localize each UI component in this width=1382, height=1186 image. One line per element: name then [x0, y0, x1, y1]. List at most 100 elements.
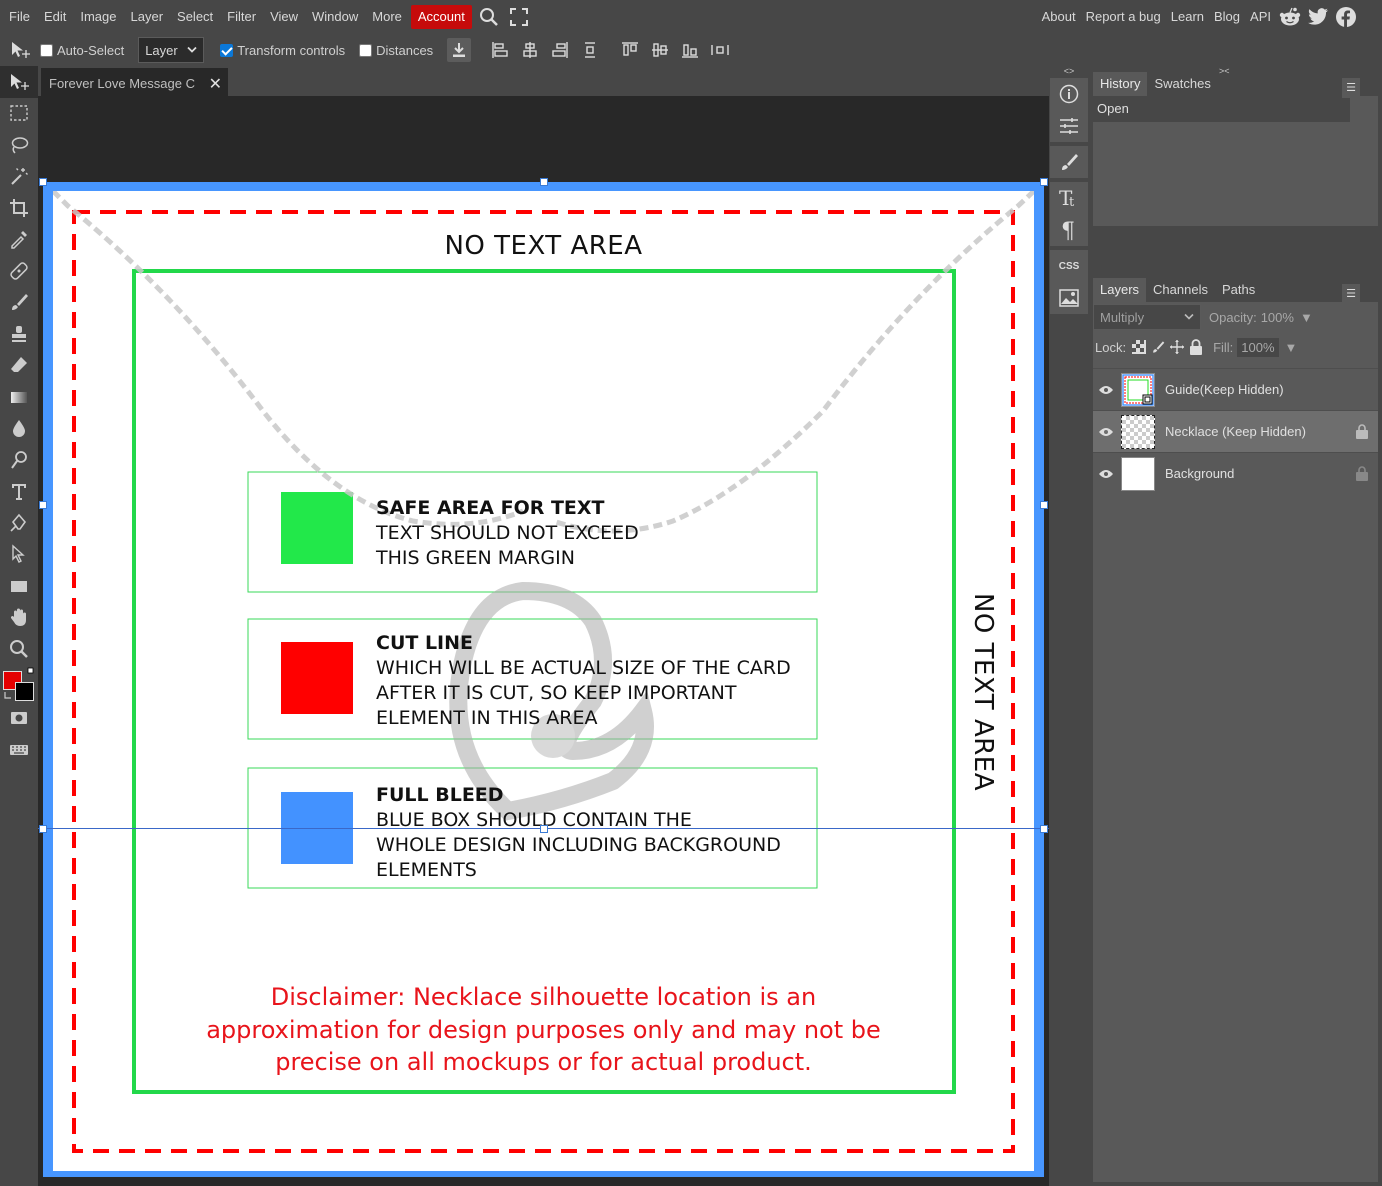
download-icon[interactable]	[447, 38, 472, 62]
panel-menu-icon[interactable]: ☰	[1342, 78, 1360, 98]
fullscreen-icon[interactable]	[506, 5, 532, 29]
eye-icon[interactable]	[1093, 469, 1119, 479]
shape-tool[interactable]	[0, 570, 38, 602]
transform-handle-r[interactable]	[1040, 501, 1048, 509]
hand-tool[interactable]	[0, 602, 38, 634]
layer-row[interactable]: Background	[1093, 452, 1378, 494]
lock-all-icon[interactable]	[1189, 339, 1203, 355]
tab-swatches[interactable]: Swatches	[1147, 72, 1217, 96]
image-icon[interactable]	[1050, 282, 1088, 314]
background-color[interactable]	[15, 681, 34, 701]
canvas-artboard[interactable]: NO TEXT AREA NO TEXT AREA SAFE AREA FOR …	[53, 191, 1034, 1171]
align-right-icon[interactable]	[545, 38, 575, 62]
distances-checkbox[interactable]	[359, 43, 373, 57]
brush-tool[interactable]	[0, 287, 38, 319]
healing-tool[interactable]	[0, 255, 38, 287]
history-item[interactable]: Open	[1093, 96, 1350, 122]
auto-select-checkbox[interactable]	[40, 43, 53, 57]
align-middle-icon[interactable]	[645, 38, 675, 62]
brush-settings-icon[interactable]	[1050, 146, 1088, 178]
text-tool[interactable]	[0, 476, 38, 508]
blur-tool[interactable]	[0, 413, 38, 445]
transform-handle-l[interactable]	[39, 501, 47, 509]
crop-tool[interactable]	[0, 192, 38, 224]
link-report-bug[interactable]: Report a bug	[1081, 5, 1166, 29]
dodge-tool[interactable]	[0, 444, 38, 476]
search-icon[interactable]	[476, 5, 502, 29]
transform-handle-br[interactable]	[1040, 825, 1048, 833]
tab-history[interactable]: History	[1093, 72, 1148, 96]
align-center-h-icon[interactable]	[515, 38, 545, 62]
menu-file[interactable]: File	[2, 5, 37, 29]
eyedropper-tool[interactable]	[0, 224, 38, 256]
facebook-icon[interactable]	[1332, 5, 1360, 29]
layers-menu-icon[interactable]: ☰	[1342, 284, 1360, 304]
distribute-h-icon[interactable]	[705, 38, 735, 62]
eye-icon[interactable]	[1093, 427, 1119, 437]
menu-select[interactable]: Select	[170, 5, 220, 29]
menu-image[interactable]: Image	[73, 5, 123, 29]
link-about[interactable]: About	[1037, 5, 1081, 29]
link-api[interactable]: API	[1245, 5, 1276, 29]
transform-handle-t[interactable]	[540, 178, 548, 186]
move-tool[interactable]	[0, 66, 38, 98]
align-bottom-icon[interactable]	[675, 38, 705, 62]
color-swatches[interactable]	[0, 665, 38, 703]
menu-more[interactable]: More	[365, 5, 409, 29]
fill-dropdown-icon[interactable]: ▼	[1285, 340, 1298, 355]
reddit-icon[interactable]	[1276, 5, 1304, 29]
transform-handle-tr[interactable]	[1040, 178, 1048, 186]
close-icon[interactable]: ✕	[209, 74, 222, 94]
stamp-tool[interactable]	[0, 318, 38, 350]
blend-mode-select[interactable]: Multiply	[1093, 304, 1201, 330]
account-button[interactable]: Account	[410, 5, 472, 29]
eye-icon[interactable]	[1093, 385, 1119, 395]
lock-position-icon[interactable]	[1170, 340, 1185, 354]
distances-option[interactable]: Distances	[359, 43, 433, 58]
menu-view[interactable]: View	[263, 5, 305, 29]
paragraph-icon[interactable]: ¶	[1050, 214, 1088, 246]
info-icon[interactable]	[1050, 78, 1088, 110]
layer-select[interactable]: Layer	[138, 37, 205, 63]
align-top-icon[interactable]	[615, 38, 645, 62]
magic-wand-tool[interactable]	[0, 161, 38, 193]
gradient-tool[interactable]	[0, 381, 38, 413]
keyboard-tool[interactable]	[0, 734, 38, 766]
menu-edit[interactable]: Edit	[37, 5, 73, 29]
css-icon[interactable]: CSS	[1050, 250, 1088, 282]
transform-handle-bl[interactable]	[39, 825, 47, 833]
layer-row[interactable]: Necklace (Keep Hidden)	[1093, 410, 1378, 452]
transform-controls-option[interactable]: Transform controls	[220, 43, 345, 58]
distribute-v-icon[interactable]	[575, 38, 605, 62]
eraser-tool[interactable]	[0, 350, 38, 382]
path-select-tool[interactable]	[0, 539, 38, 571]
fill-value[interactable]: 100%	[1237, 337, 1279, 357]
transform-handle-b[interactable]	[540, 825, 548, 833]
tab-paths[interactable]: Paths	[1215, 278, 1262, 302]
character-icon[interactable]: Tt	[1050, 182, 1088, 214]
lock-pixels-icon[interactable]	[1151, 340, 1165, 354]
auto-select-option[interactable]: Auto-Select	[40, 43, 124, 58]
link-blog[interactable]: Blog	[1209, 5, 1245, 29]
transform-controls-checkbox[interactable]	[220, 43, 234, 57]
opacity-value[interactable]: 100%	[1261, 310, 1294, 325]
canvas-full-bleed[interactable]: NO TEXT AREA NO TEXT AREA SAFE AREA FOR …	[43, 182, 1044, 1177]
opacity-dropdown-icon[interactable]: ▼	[1300, 310, 1313, 325]
lock-transparency-icon[interactable]	[1132, 340, 1147, 354]
tab-layers[interactable]: Layers	[1093, 278, 1147, 302]
quick-mask-tool[interactable]	[0, 703, 38, 735]
menu-layer[interactable]: Layer	[124, 5, 171, 29]
align-left-icon[interactable]	[485, 38, 515, 62]
lasso-tool[interactable]	[0, 129, 38, 161]
tab-channels[interactable]: Channels	[1146, 278, 1215, 302]
transform-handle-tl[interactable]	[39, 178, 47, 186]
link-learn[interactable]: Learn	[1166, 5, 1209, 29]
zoom-tool[interactable]	[0, 633, 38, 665]
document-tab[interactable]: Forever Love Message C ✕	[41, 68, 228, 96]
pen-tool[interactable]	[0, 507, 38, 539]
menu-filter[interactable]: Filter	[220, 5, 263, 29]
marquee-tool[interactable]	[0, 98, 38, 130]
adjustments-icon[interactable]	[1050, 110, 1088, 142]
menu-window[interactable]: Window	[305, 5, 365, 29]
collapse-icon[interactable]: <>	[1049, 66, 1089, 78]
